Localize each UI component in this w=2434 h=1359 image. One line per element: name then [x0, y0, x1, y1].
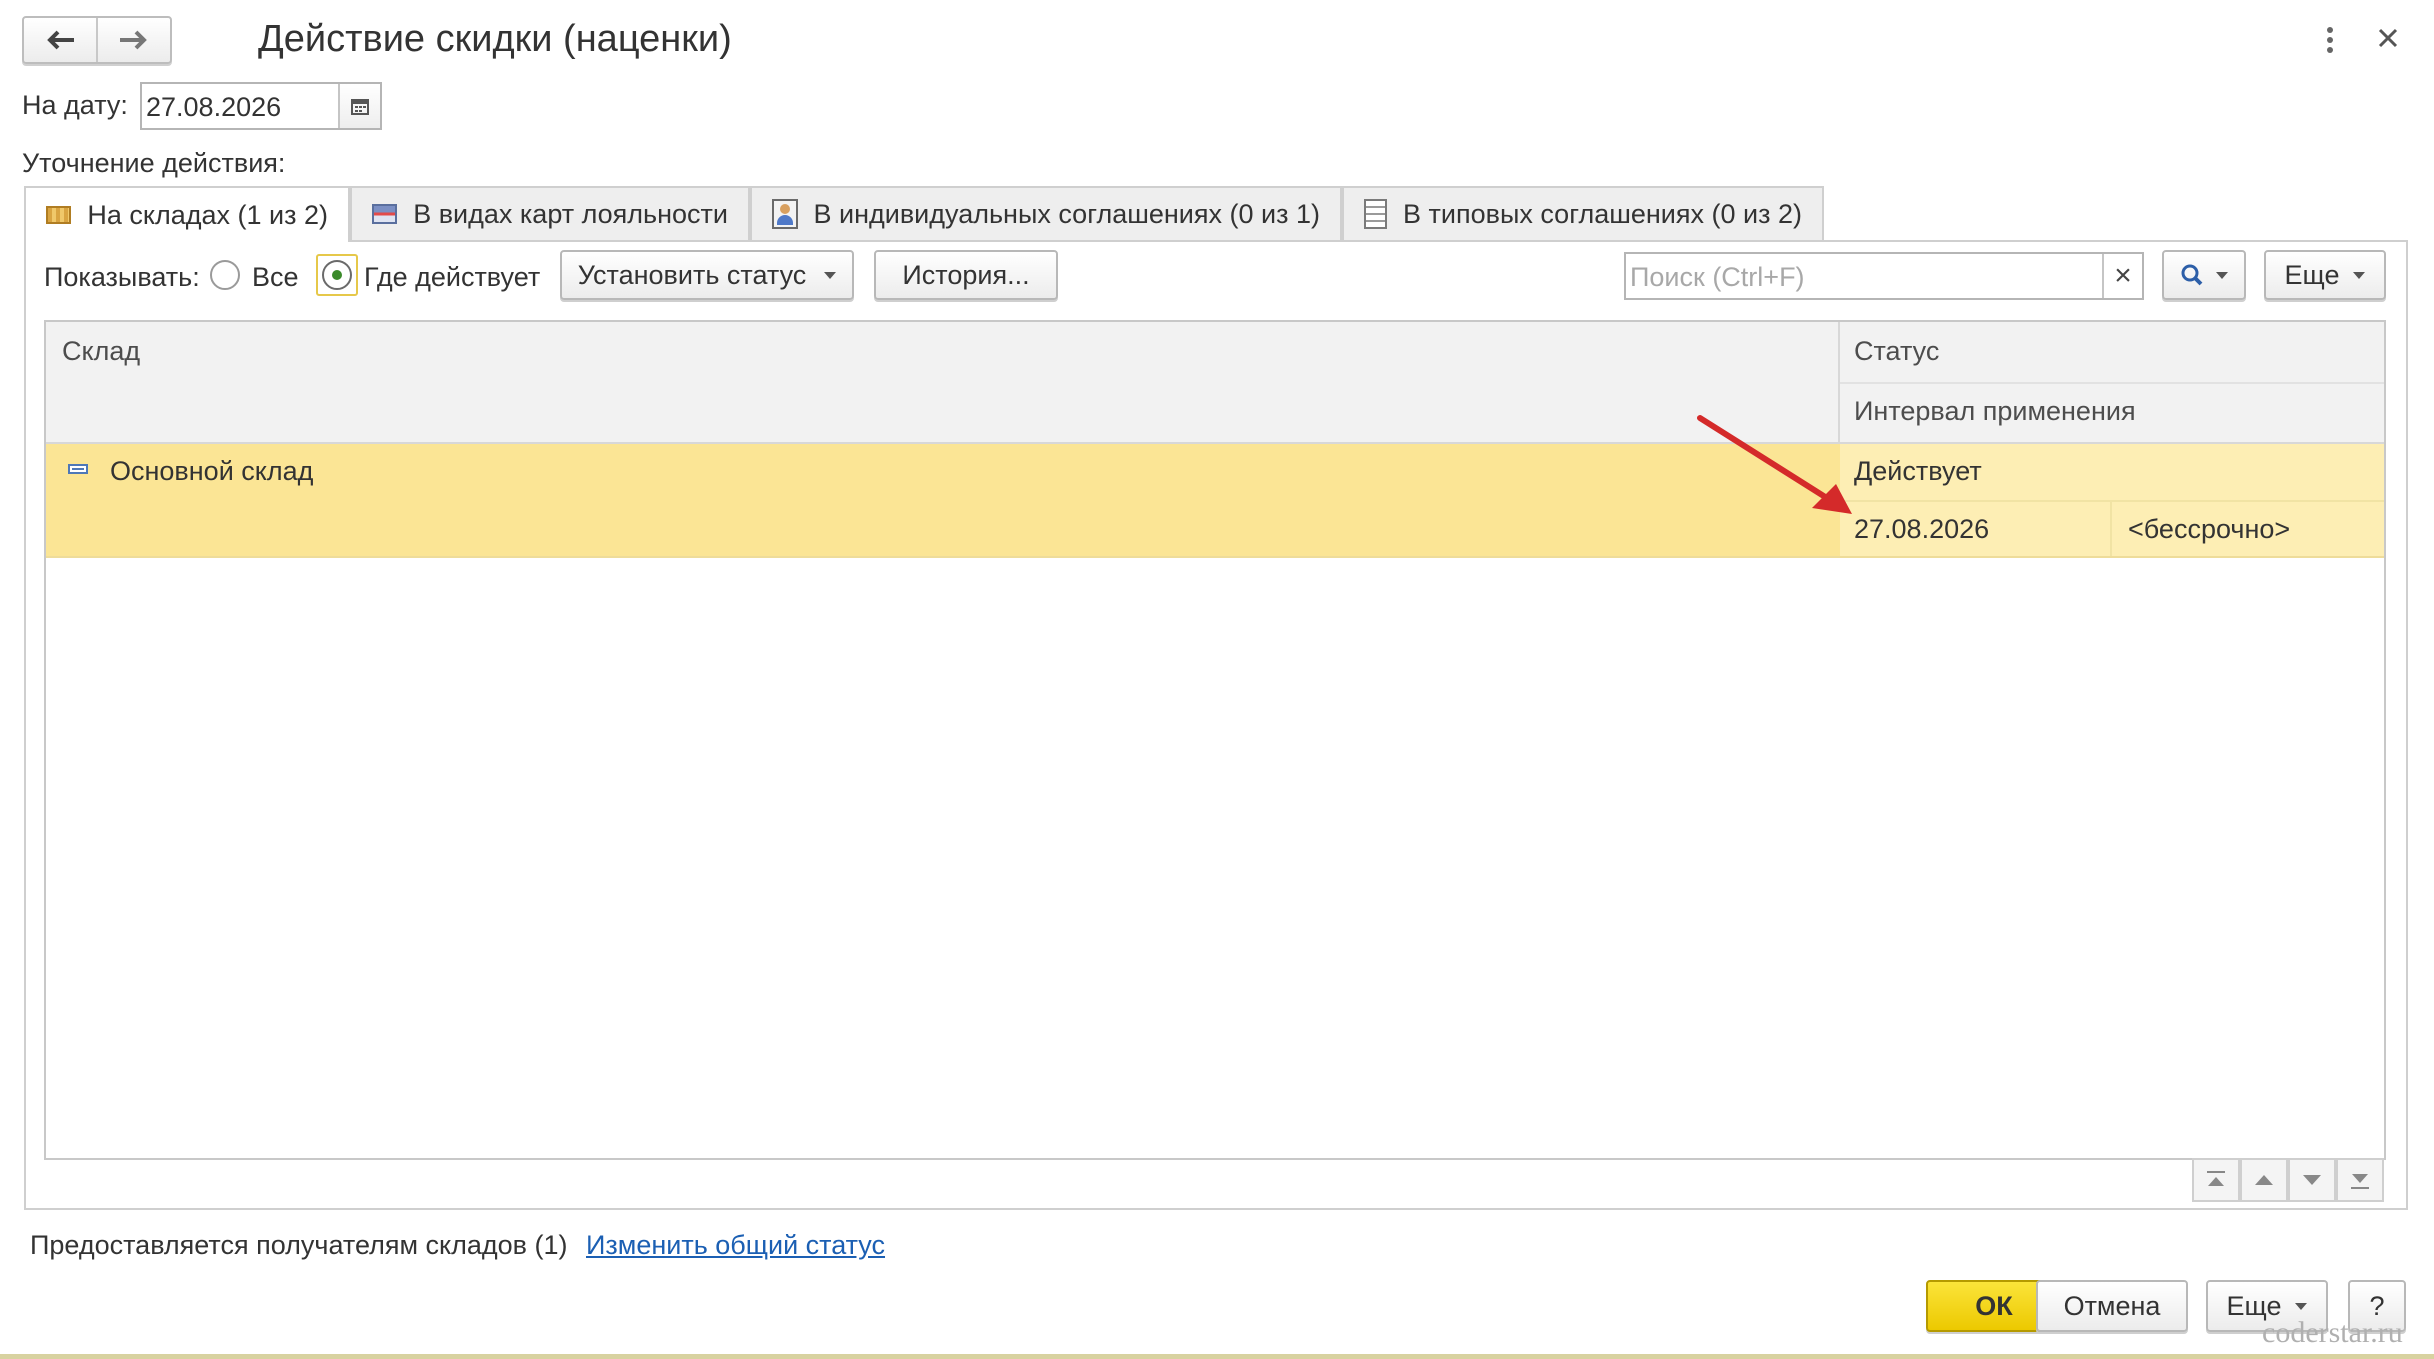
- arrow-right-icon: [120, 30, 147, 50]
- cancel-button[interactable]: Отмена: [2036, 1280, 2188, 1332]
- search-button[interactable]: [2162, 250, 2246, 300]
- warehouse-cell: Основной склад: [110, 456, 314, 486]
- chevron-down-icon: [2353, 271, 2366, 279]
- search-input[interactable]: Поиск (Ctrl+F) ×: [1624, 252, 2144, 300]
- nav-buttons: [22, 16, 172, 64]
- chevron-down-icon: [2295, 1302, 2308, 1310]
- annotation-arrow: [1697, 415, 1852, 514]
- double-down-icon: [2351, 1174, 2369, 1189]
- watermark: coderstar.ru: [2262, 1316, 2403, 1349]
- scroll-up-button[interactable]: [2240, 1158, 2288, 1202]
- chevron-down-icon: [2303, 1175, 2321, 1185]
- data-grid[interactable]: Склад Статус Интервал применения Основно…: [44, 320, 2386, 1160]
- interval-to-cell: <бессрочно>: [2128, 514, 2291, 544]
- date-value: 27.08.2026: [146, 92, 282, 122]
- more-menu-icon[interactable]: [2318, 22, 2342, 58]
- set-status-button[interactable]: Установить статус: [560, 250, 854, 300]
- back-button[interactable]: [24, 18, 98, 62]
- interval-row-divider: [1840, 500, 2384, 502]
- person-agreement-icon: [772, 199, 798, 229]
- footer-info: Предоставляется получателям складов (1): [30, 1230, 568, 1260]
- search-placeholder: Поиск (Ctrl+F): [1630, 262, 1805, 292]
- status-cell: Действует: [1854, 456, 1982, 486]
- column-header-status[interactable]: Статус: [1854, 336, 1939, 367]
- chevron-up-icon: [2255, 1175, 2273, 1185]
- change-status-link[interactable]: Изменить общий статус: [586, 1230, 885, 1261]
- show-label: Показывать:: [44, 262, 200, 292]
- tab-individual-agreements[interactable]: В индивидуальных соглашениях (0 из 1): [750, 186, 1342, 240]
- bottom-border: [0, 1354, 2434, 1359]
- calendar-icon: [351, 99, 369, 115]
- column-header-interval[interactable]: Интервал применения: [1854, 396, 2136, 427]
- radio-all-label: Все: [252, 262, 299, 292]
- interval-from-cell: 27.08.2026: [1854, 514, 1990, 544]
- double-up-icon: [2207, 1171, 2225, 1186]
- window-title: Действие скидки (наценки): [258, 18, 732, 60]
- close-icon[interactable]: [2372, 22, 2404, 54]
- scroll-top-button[interactable]: [2192, 1158, 2240, 1202]
- scroll-down-button[interactable]: [2288, 1158, 2336, 1202]
- date-field[interactable]: 27.08.2026: [140, 82, 382, 130]
- warehouse-icon: [46, 206, 72, 224]
- collapse-icon[interactable]: [68, 464, 88, 474]
- loyalty-card-icon: [372, 204, 398, 224]
- chevron-down-icon: [2216, 271, 2228, 279]
- table-row[interactable]: Основной склад Действует 27.08.2026 <бес…: [46, 444, 2384, 558]
- calendar-button[interactable]: [338, 84, 380, 128]
- radio-all[interactable]: [210, 260, 240, 290]
- tab-warehouses[interactable]: На складах (1 из 2): [24, 186, 350, 242]
- date-label: На дату:: [22, 90, 128, 120]
- section-label: Уточнение действия:: [22, 148, 286, 178]
- chevron-down-icon: [824, 271, 837, 279]
- search-icon: [2181, 264, 2203, 286]
- radio-active-label: Где действует: [364, 262, 541, 292]
- history-button[interactable]: История...: [874, 250, 1058, 300]
- forward-button[interactable]: [98, 18, 170, 62]
- arrow-left-icon: [47, 30, 74, 50]
- tab-typical-agreements[interactable]: В типовых соглашениях (0 из 2): [1342, 186, 1824, 240]
- scroll-bottom-button[interactable]: [2336, 1158, 2384, 1202]
- header-subdivider: [1840, 382, 2384, 384]
- radio-active[interactable]: [322, 260, 352, 290]
- column-header-warehouse[interactable]: Склад: [62, 336, 140, 367]
- more-button[interactable]: Еще: [2264, 250, 2386, 300]
- document-icon: [1364, 199, 1388, 229]
- search-clear-button[interactable]: ×: [2102, 254, 2142, 298]
- tab-loyalty-cards[interactable]: В видах карт лояльности: [350, 186, 750, 240]
- interval-col-divider: [2110, 502, 2112, 556]
